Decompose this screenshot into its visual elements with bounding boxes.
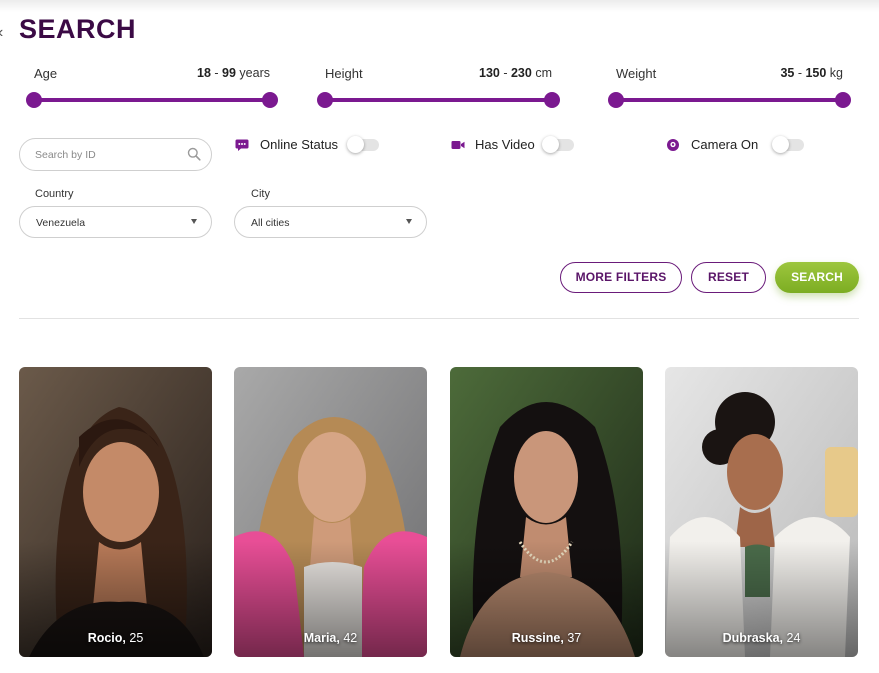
profile-photo xyxy=(19,367,212,657)
profile-card[interactable]: Russine, 37 xyxy=(450,367,643,657)
city-label: City xyxy=(251,188,270,200)
profile-photo xyxy=(234,367,427,657)
height-label: Height xyxy=(325,66,363,81)
height-min-handle[interactable] xyxy=(317,92,333,108)
profile-card[interactable]: Dubraska, 24 xyxy=(665,367,858,657)
weight-min-handle[interactable] xyxy=(608,92,624,108)
top-shadow xyxy=(0,0,879,12)
weight-range-slider[interactable]: Weight 35 - 150 kg xyxy=(608,66,851,108)
camera-on-toggle-group: Camera On xyxy=(666,136,806,156)
country-value: Venezuela xyxy=(36,217,86,229)
profile-card[interactable]: Rocio, 25 xyxy=(19,367,212,657)
search-id-placeholder: Search by ID xyxy=(35,149,96,161)
more-filters-button[interactable]: MORE FILTERS xyxy=(560,262,682,293)
camera-on-switch-knob xyxy=(772,136,789,153)
profile-name: Russine, 37 xyxy=(511,631,582,645)
weight-max-handle[interactable] xyxy=(835,92,851,108)
has-video-switch[interactable] xyxy=(542,136,574,153)
reset-button[interactable]: RESET xyxy=(691,262,766,293)
has-video-label: Has Video xyxy=(475,137,535,152)
age-label: Age xyxy=(34,66,58,81)
height-value: 130 - 230 cm xyxy=(479,66,552,80)
online-status-switch-knob xyxy=(347,136,364,153)
online-status-toggle-group: Online Status xyxy=(235,136,385,156)
age-value: 18 - 99 years xyxy=(197,66,270,80)
online-status-switch[interactable] xyxy=(347,136,379,153)
height-range-slider[interactable]: Height 130 - 230 cm xyxy=(317,66,560,108)
profile-name: Maria, 42 xyxy=(303,631,358,645)
video-camera-icon xyxy=(451,141,465,149)
page-title: SEARCH xyxy=(19,14,137,44)
profile-photo xyxy=(665,367,858,657)
age-range-slider[interactable]: Age 18 - 99 years xyxy=(26,66,278,108)
profile-name: Dubraska, 24 xyxy=(722,631,801,645)
chevron-down-icon xyxy=(406,219,412,224)
magnifier-icon[interactable] xyxy=(187,147,201,161)
age-min-handle[interactable] xyxy=(26,92,42,108)
chat-bubble-icon xyxy=(235,139,249,151)
camera-on-label: Camera On xyxy=(691,137,759,152)
profile-name: Rocio, 25 xyxy=(87,631,144,645)
country-label: Country xyxy=(35,188,74,200)
age-track[interactable] xyxy=(26,92,278,108)
height-track[interactable] xyxy=(317,92,560,108)
city-value: All cities xyxy=(251,217,290,229)
weight-label: Weight xyxy=(616,66,657,81)
weight-track[interactable] xyxy=(608,92,851,108)
back-arrow-icon[interactable]: ‹ xyxy=(0,24,3,42)
age-max-handle[interactable] xyxy=(262,92,278,108)
webcam-icon xyxy=(667,139,679,151)
chevron-down-icon xyxy=(191,219,197,224)
camera-on-switch[interactable] xyxy=(772,136,804,153)
country-select[interactable]: Venezuela xyxy=(19,206,212,238)
has-video-toggle-group: Has Video xyxy=(451,136,581,156)
has-video-switch-knob xyxy=(542,136,559,153)
height-max-handle[interactable] xyxy=(544,92,560,108)
divider xyxy=(19,318,859,319)
profile-card[interactable]: Maria, 42 xyxy=(234,367,427,657)
search-button[interactable]: SEARCH xyxy=(775,262,859,293)
search-id-input[interactable]: Search by ID xyxy=(19,138,212,171)
weight-value: 35 - 150 kg xyxy=(780,66,843,80)
city-select[interactable]: All cities xyxy=(234,206,427,238)
profile-photo xyxy=(450,367,643,657)
online-status-label: Online Status xyxy=(260,137,339,152)
